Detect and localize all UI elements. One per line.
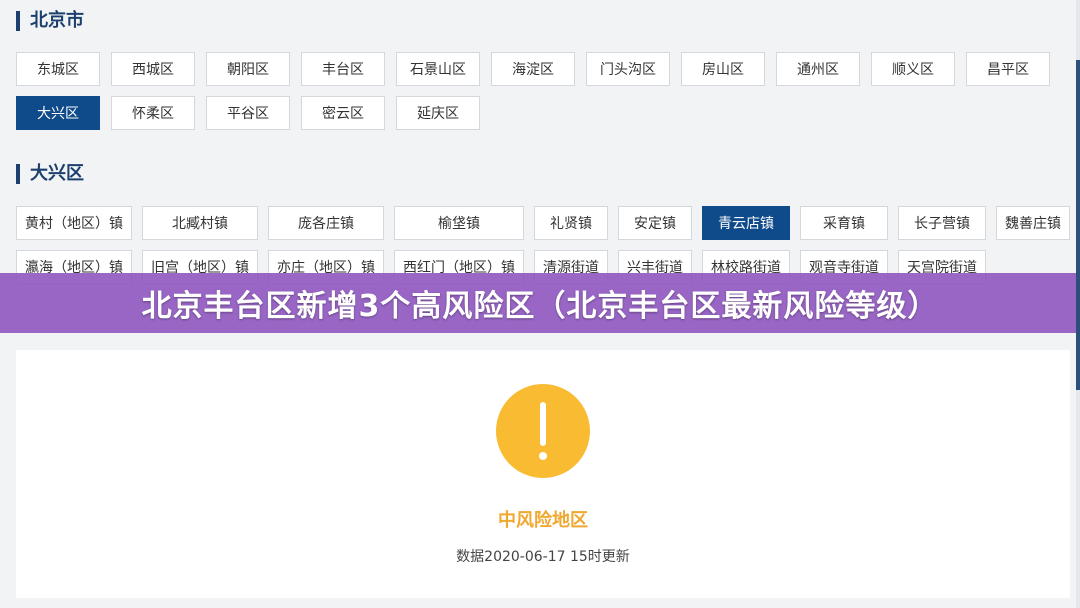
district-chip[interactable]: 延庆区: [396, 96, 480, 130]
district-chip[interactable]: 大兴区: [16, 96, 100, 130]
scrollbar-thumb[interactable]: [1076, 60, 1080, 390]
exclamation-warning-icon: [496, 384, 590, 478]
district-chip[interactable]: 朝阳区: [206, 52, 290, 86]
district-chip[interactable]: 昌平区: [966, 52, 1050, 86]
district-section-title: 大兴区: [16, 164, 84, 184]
district-chip[interactable]: 门头沟区: [586, 52, 670, 86]
district-chip[interactable]: 房山区: [681, 52, 765, 86]
town-chip[interactable]: 长子营镇: [898, 206, 986, 240]
district-chip[interactable]: 丰台区: [301, 52, 385, 86]
town-chip[interactable]: 黄村（地区）镇: [16, 206, 132, 240]
town-chip[interactable]: 礼贤镇: [534, 206, 608, 240]
town-chip[interactable]: 安定镇: [618, 206, 692, 240]
district-chip[interactable]: 顺义区: [871, 52, 955, 86]
risk-level-label: 中风险地区: [498, 510, 588, 531]
district-chip[interactable]: 怀柔区: [111, 96, 195, 130]
city-section-title: 北京市: [16, 11, 84, 31]
town-chip[interactable]: 北臧村镇: [142, 206, 258, 240]
district-chip[interactable]: 石景山区: [396, 52, 480, 86]
district-chip[interactable]: 密云区: [301, 96, 385, 130]
town-chip[interactable]: 魏善庄镇: [996, 206, 1070, 240]
district-chip[interactable]: 海淀区: [491, 52, 575, 86]
update-time-label: 数据2020-06-17 15时更新: [456, 549, 630, 565]
district-chip[interactable]: 通州区: [776, 52, 860, 86]
town-chip[interactable]: 榆垡镇: [394, 206, 524, 240]
town-chip[interactable]: 庞各庄镇: [268, 206, 384, 240]
town-chip[interactable]: 采育镇: [800, 206, 888, 240]
town-chip[interactable]: 青云店镇: [702, 206, 790, 240]
district-chip[interactable]: 平谷区: [206, 96, 290, 130]
headline-banner: 北京丰台区新增3个高风险区（北京丰台区最新风险等级）: [0, 273, 1080, 333]
headline-text: 北京丰台区新增3个高风险区（北京丰台区最新风险等级）: [141, 289, 939, 324]
district-chip[interactable]: 东城区: [16, 52, 100, 86]
district-chip[interactable]: 西城区: [111, 52, 195, 86]
risk-result-card: 中风险地区 数据2020-06-17 15时更新: [16, 350, 1070, 598]
district-list: 东城区 西城区 朝阳区 丰台区 石景山区 海淀区 门头沟区 房山区 通州区 顺义区 昌平区大兴区 怀柔…: [16, 52, 1056, 130]
